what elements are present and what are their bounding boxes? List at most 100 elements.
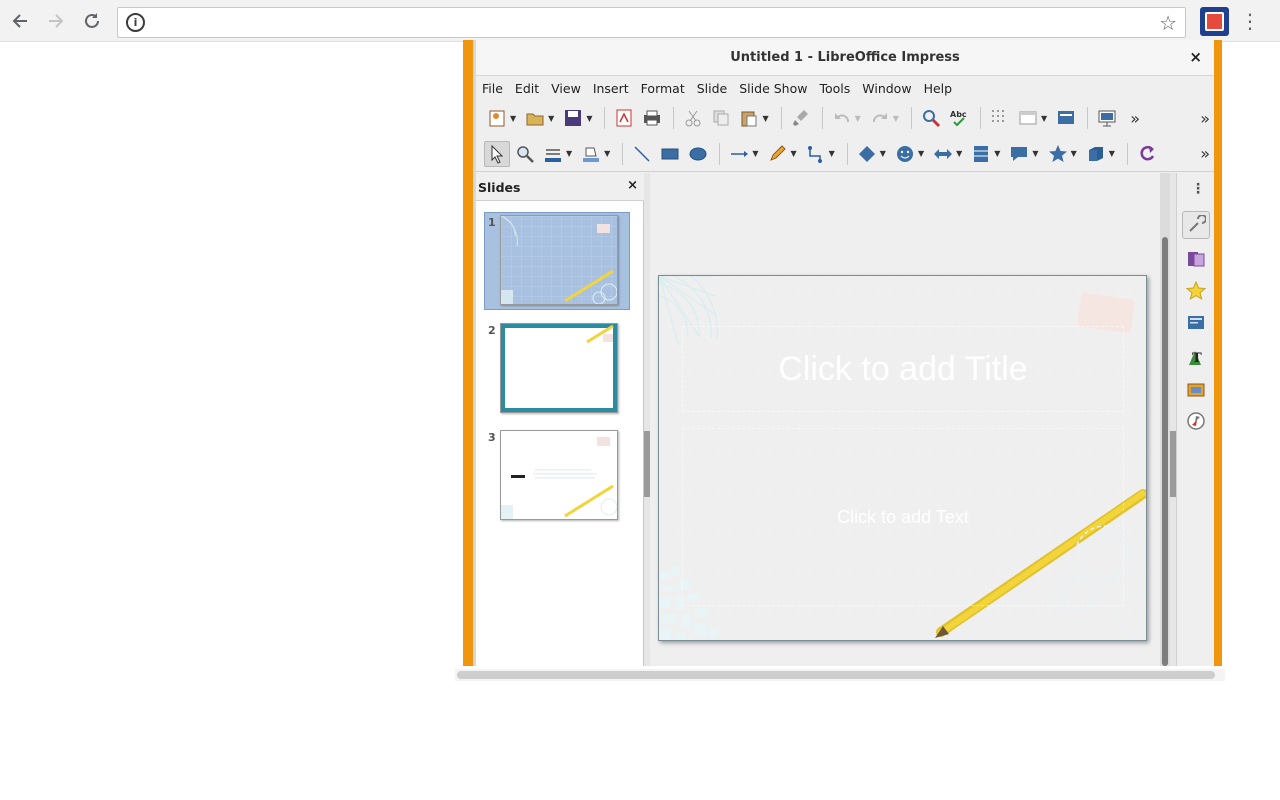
redo-button[interactable] bbox=[867, 105, 893, 131]
menu-insert[interactable]: Insert bbox=[593, 81, 629, 96]
slide-thumbnail-1[interactable] bbox=[500, 215, 618, 305]
start-slideshow-button[interactable] bbox=[1094, 105, 1120, 131]
clone-formatting-button[interactable] bbox=[788, 105, 814, 131]
horizontal-scrollbar-thumb[interactable] bbox=[457, 671, 1215, 679]
lines-arrows-button[interactable] bbox=[726, 141, 752, 167]
menu-tools[interactable]: Tools bbox=[819, 81, 850, 96]
vertical-scrollbar[interactable] bbox=[1160, 173, 1170, 666]
find-replace-button[interactable] bbox=[918, 105, 944, 131]
rotate-button[interactable] bbox=[1134, 141, 1160, 167]
block-arrows-dropdown[interactable]: ▼ bbox=[956, 149, 962, 158]
block-arrows-button[interactable] bbox=[930, 141, 956, 167]
3d-objects-button[interactable] bbox=[1083, 141, 1109, 167]
horizontal-scrollbar[interactable] bbox=[455, 669, 1225, 681]
content-placeholder[interactable]: Click to add Text bbox=[682, 428, 1124, 606]
fill-color-dropdown[interactable]: ▼ bbox=[604, 149, 610, 158]
menu-view[interactable]: View bbox=[551, 81, 581, 96]
slide-thumbnail-2[interactable] bbox=[500, 323, 618, 413]
new-button[interactable] bbox=[484, 105, 510, 131]
undo-dropdown[interactable]: ▼ bbox=[855, 114, 861, 123]
browser-toolbar: i ☆ ⋮ bbox=[0, 0, 1280, 42]
copy-button[interactable] bbox=[708, 105, 734, 131]
vertical-scrollbar-thumb[interactable] bbox=[1162, 237, 1168, 666]
save-dropdown[interactable]: ▼ bbox=[586, 114, 592, 123]
slide-layout-button[interactable] bbox=[1053, 105, 1079, 131]
menu-edit[interactable]: Edit bbox=[515, 81, 539, 96]
sidebar-navigator-button[interactable] bbox=[1182, 407, 1210, 435]
flowchart-dropdown[interactable]: ▼ bbox=[994, 149, 1000, 158]
forward-button[interactable] bbox=[44, 9, 68, 33]
address-bar[interactable]: i ☆ bbox=[117, 7, 1186, 38]
toolbar-overflow-button[interactable]: » bbox=[1122, 105, 1148, 131]
sidebar-slide-transition-button[interactable] bbox=[1182, 245, 1210, 273]
sidebar-animation-button[interactable] bbox=[1182, 277, 1210, 305]
sidebar-styles-button[interactable]: T bbox=[1182, 343, 1210, 371]
open-button[interactable] bbox=[522, 105, 548, 131]
reload-button[interactable] bbox=[80, 9, 104, 33]
export-pdf-button[interactable] bbox=[611, 105, 637, 131]
flowchart-button[interactable] bbox=[968, 141, 994, 167]
menu-help[interactable]: Help bbox=[924, 81, 953, 96]
sidebar-menu-icon[interactable]: ⋮ bbox=[1191, 181, 1205, 197]
insert-rectangle-button[interactable] bbox=[657, 141, 683, 167]
insert-ellipse-button[interactable] bbox=[685, 141, 711, 167]
menu-format[interactable]: Format bbox=[641, 81, 685, 96]
smiley-icon bbox=[896, 145, 913, 162]
3d-objects-dropdown[interactable]: ▼ bbox=[1109, 149, 1115, 158]
spelling-button[interactable]: Abc bbox=[946, 105, 972, 131]
menu-slide[interactable]: Slide bbox=[697, 81, 728, 96]
sidebar-master-slides-button[interactable] bbox=[1182, 309, 1210, 337]
menu-window[interactable]: Window bbox=[862, 81, 911, 96]
display-views-button[interactable] bbox=[1015, 105, 1041, 131]
extension-icon[interactable] bbox=[1200, 7, 1229, 36]
show-grid-button[interactable] bbox=[987, 105, 1013, 131]
toolbar-more-icon[interactable]: » bbox=[1200, 109, 1210, 128]
insert-line-button[interactable] bbox=[629, 141, 655, 167]
undo-button[interactable] bbox=[829, 105, 855, 131]
curves-dropdown[interactable]: ▼ bbox=[790, 149, 796, 158]
browser-menu-icon[interactable]: ⋮ bbox=[1240, 9, 1260, 33]
slide-editor[interactable]: Click to add Title Click to add Text bbox=[658, 275, 1147, 641]
slide-thumbnail-3[interactable] bbox=[500, 430, 618, 520]
paste-button[interactable] bbox=[736, 105, 762, 131]
line-color-button[interactable] bbox=[540, 141, 566, 167]
new-dropdown[interactable]: ▼ bbox=[510, 114, 516, 123]
symbol-shapes-button[interactable] bbox=[892, 141, 918, 167]
display-views-dropdown[interactable]: ▼ bbox=[1041, 114, 1047, 123]
sidebar-properties-button[interactable] bbox=[1182, 211, 1210, 239]
fill-color-button[interactable] bbox=[578, 141, 604, 167]
stars-button[interactable] bbox=[1045, 141, 1071, 167]
paste-dropdown[interactable]: ▼ bbox=[762, 114, 768, 123]
back-button[interactable] bbox=[8, 9, 32, 33]
symbol-shapes-dropdown[interactable]: ▼ bbox=[918, 149, 924, 158]
menu-slide-show[interactable]: Slide Show bbox=[739, 81, 807, 96]
curves-button[interactable] bbox=[764, 141, 790, 167]
menu-file[interactable]: File bbox=[482, 81, 503, 96]
window-close-button[interactable]: × bbox=[1189, 48, 1202, 66]
drawing-toolbar-more-icon[interactable]: » bbox=[1200, 144, 1210, 163]
line-color-dropdown[interactable]: ▼ bbox=[566, 149, 572, 158]
connectors-button[interactable] bbox=[803, 141, 829, 167]
slides-pane-close-button[interactable]: × bbox=[627, 178, 638, 193]
callouts-button[interactable] bbox=[1006, 141, 1032, 167]
select-button[interactable] bbox=[484, 140, 510, 167]
save-button[interactable] bbox=[560, 105, 586, 131]
open-dropdown[interactable]: ▼ bbox=[548, 114, 554, 123]
zoom-pan-button[interactable] bbox=[512, 141, 538, 167]
url-input[interactable] bbox=[154, 12, 1144, 34]
callouts-dropdown[interactable]: ▼ bbox=[1032, 149, 1038, 158]
sidebar-gallery-button[interactable] bbox=[1182, 375, 1210, 403]
basic-shapes-dropdown[interactable]: ▼ bbox=[880, 149, 886, 158]
bookmark-star-icon[interactable]: ☆ bbox=[1159, 11, 1177, 35]
site-info-icon[interactable]: i bbox=[126, 13, 145, 32]
star-animation-icon bbox=[1186, 281, 1206, 301]
menubar: File Edit View Insert Format Slide Slide… bbox=[476, 76, 1214, 100]
basic-shapes-button[interactable] bbox=[854, 141, 880, 167]
redo-dropdown[interactable]: ▼ bbox=[893, 114, 899, 123]
connectors-dropdown[interactable]: ▼ bbox=[829, 149, 835, 158]
stars-dropdown[interactable]: ▼ bbox=[1071, 149, 1077, 158]
cut-button[interactable] bbox=[680, 105, 706, 131]
print-button[interactable] bbox=[639, 105, 665, 131]
lines-arrows-dropdown[interactable]: ▼ bbox=[752, 149, 758, 158]
title-placeholder[interactable]: Click to add Title bbox=[682, 326, 1124, 412]
